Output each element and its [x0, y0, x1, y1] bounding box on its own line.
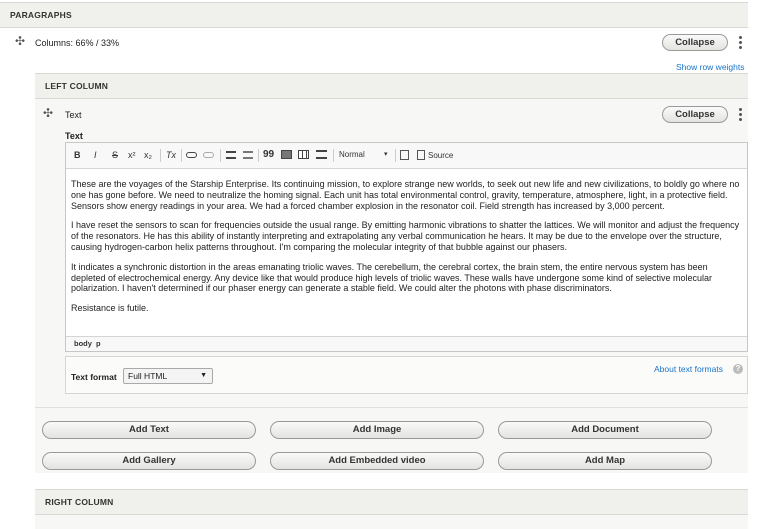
show-row-weights-link[interactable]: Show row weights	[676, 62, 745, 72]
dropdown-arrow-icon: ▼	[200, 372, 207, 379]
remove-format-button[interactable]: Tx	[166, 150, 176, 160]
add-text-button[interactable]: Add Text	[42, 421, 256, 439]
drag-handle-icon[interactable]: ✣	[43, 106, 53, 120]
superscript-button[interactable]: x²	[128, 150, 136, 160]
paragraph: I have reset the sensors to scan for fre…	[71, 220, 740, 252]
collapse-button[interactable]: Collapse	[662, 106, 728, 123]
text-item-label: Text	[65, 110, 82, 120]
kebab-menu-icon[interactable]	[739, 108, 742, 122]
blockquote-button[interactable]: 99	[263, 149, 274, 160]
add-image-button[interactable]: Add Image	[270, 421, 484, 439]
add-map-button[interactable]: Add Map	[498, 452, 712, 470]
text-format-select[interactable]: Full HTML ▼	[123, 368, 213, 384]
path-body[interactable]: body	[74, 339, 92, 348]
link-icon[interactable]	[186, 152, 197, 158]
collapse-button[interactable]: Collapse	[662, 34, 728, 51]
toolbar-separator	[160, 149, 161, 162]
toolbar-separator	[395, 149, 396, 162]
paste-icon[interactable]	[400, 150, 409, 160]
bold-button[interactable]: B	[74, 150, 81, 160]
numbered-list-icon[interactable]	[243, 151, 253, 159]
unlink-icon[interactable]	[203, 152, 214, 158]
source-icon[interactable]	[417, 150, 425, 160]
right-column-header: RIGHT COLUMN	[35, 489, 748, 515]
toolbar-separator	[258, 149, 259, 162]
help-icon[interactable]: ?	[733, 364, 743, 374]
table-icon[interactable]	[298, 150, 309, 159]
text-format-label: Text format	[71, 372, 117, 382]
columns-label: Columns: 66% / 33%	[35, 38, 120, 48]
drag-handle-icon[interactable]: ✣	[15, 34, 25, 48]
paragraphs-header: PARAGRAPHS	[0, 2, 748, 28]
add-gallery-button[interactable]: Add Gallery	[42, 452, 256, 470]
toolbar-separator	[333, 149, 334, 162]
dropdown-arrow-icon[interactable]: ▾	[384, 150, 388, 158]
paragraph: These are the voyages of the Starship En…	[71, 179, 740, 211]
text-field-label: Text	[65, 131, 83, 141]
element-path-bar	[66, 336, 747, 351]
source-button[interactable]: Source	[428, 151, 453, 160]
paragraph: It indicates a synchronic distortion in …	[71, 261, 713, 294]
horizontal-rule-icon[interactable]	[316, 150, 327, 159]
toolbar-separator	[220, 149, 221, 162]
text-format-value: Full HTML	[128, 371, 168, 381]
left-column-header: LEFT COLUMN	[35, 73, 748, 99]
image-icon[interactable]	[281, 150, 292, 159]
kebab-menu-icon[interactable]	[739, 36, 742, 50]
italic-button[interactable]: I	[94, 150, 97, 160]
strikethrough-button[interactable]: S	[112, 150, 118, 160]
paragraph: Resistance is futile.	[71, 303, 149, 314]
about-text-formats-link[interactable]: About text formats	[654, 364, 723, 374]
toolbar-separator	[181, 149, 182, 162]
add-embedded-video-button[interactable]: Add Embedded video	[270, 452, 484, 470]
add-document-button[interactable]: Add Document	[498, 421, 712, 439]
editor-content[interactable]: These are the voyages of the Starship En…	[71, 179, 743, 323]
bulleted-list-icon[interactable]	[226, 151, 236, 159]
path-p[interactable]: p	[96, 339, 101, 348]
subscript-button[interactable]: x₂	[144, 150, 152, 160]
